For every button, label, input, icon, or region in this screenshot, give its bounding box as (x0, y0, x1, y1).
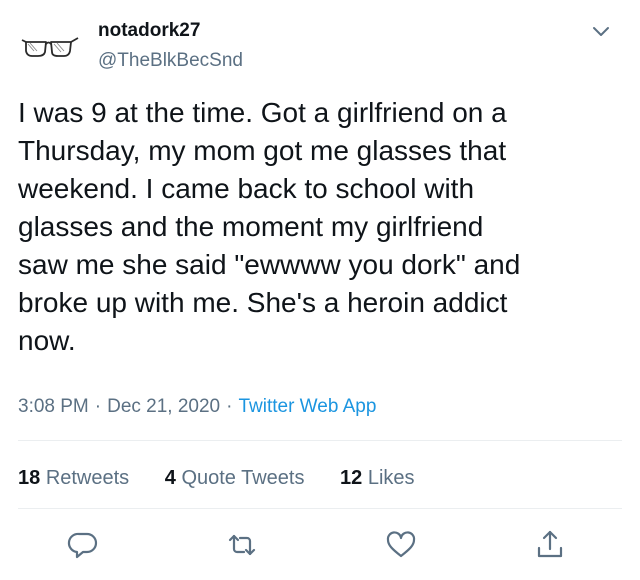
tweet-actions (0, 528, 640, 564)
tweet-text-line: broke up with me. She's a heroin addict (18, 287, 508, 318)
tweet-text: I was 9 at the time. Got a girlfriend on… (18, 94, 618, 360)
tweet-metadata: 3:08 PM · Dec 21, 2020 · Twitter Web App (18, 394, 376, 420)
retweets-label: Retweets (45, 467, 130, 489)
share-button[interactable] (533, 528, 567, 562)
tweet-text-line: saw me she said "ewwww you dork" and (18, 249, 521, 280)
user-handle[interactable]: @TheBlkBecSnd (98, 50, 243, 72)
tweet-text-line: Thursday, my mom got me glasses that (18, 135, 507, 166)
more-options-button[interactable] (590, 20, 612, 42)
tweet-text-line: I was 9 at the time. Got a girlfriend on… (18, 97, 507, 128)
glasses-icon (21, 37, 79, 57)
chevron-down-icon (593, 27, 609, 36)
retweet-button[interactable] (225, 528, 259, 562)
user-info: notadork27 @TheBlkBecSnd (98, 20, 243, 72)
share-icon (537, 530, 563, 558)
tweet-date[interactable]: Dec 21, 2020 (107, 396, 220, 417)
likes-label: Likes (367, 467, 415, 489)
tweet-card: notadork27 @TheBlkBecSnd I was 9 at the … (0, 0, 640, 580)
likes-count: 12 (340, 467, 363, 489)
tweet-text-line: weekend. I came back to school with (18, 173, 475, 204)
like-button[interactable] (384, 528, 418, 562)
like-icon (386, 531, 416, 558)
reply-button[interactable] (66, 528, 100, 562)
separator: · (226, 396, 233, 417)
tweet-source-link[interactable]: Twitter Web App (238, 396, 376, 417)
tweet-text-line: glasses and the moment my girlfriend (18, 211, 484, 242)
retweet-icon (228, 534, 256, 556)
tweet-time[interactable]: 3:08 PM (18, 396, 89, 417)
display-name[interactable]: notadork27 (98, 20, 243, 42)
tweet-text-line: now. (18, 325, 76, 356)
divider (18, 440, 622, 441)
tweet-stats: 18 Retweets 4 Quote Tweets 12 Likes (18, 464, 445, 492)
reply-icon (67, 532, 98, 559)
separator: · (94, 396, 102, 417)
retweets-stat[interactable]: 18 Retweets (18, 464, 129, 492)
quote-tweets-stat[interactable]: 4 Quote Tweets (165, 464, 305, 492)
retweets-count: 18 (18, 467, 41, 489)
avatar[interactable] (18, 18, 82, 82)
quote-tweets-label: Quote Tweets (181, 467, 305, 489)
quote-tweets-count: 4 (164, 467, 176, 489)
likes-stat[interactable]: 12 Likes (340, 464, 415, 492)
divider (18, 508, 622, 509)
